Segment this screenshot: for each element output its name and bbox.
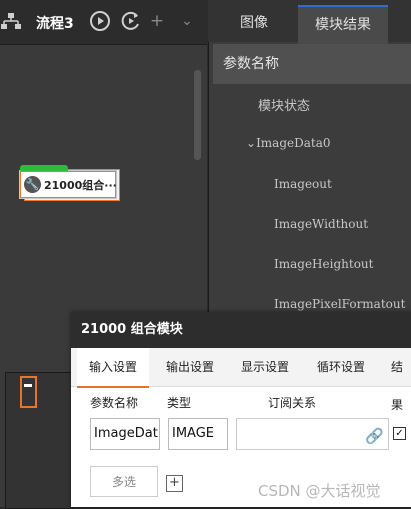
dialog-tabs: 输入设置 输出设置 显示设置 循环设置 结果 — [71, 348, 411, 412]
tab-result[interactable]: 结果 — [391, 348, 411, 412]
tree-node-imagedata0[interactable]: ⌄ImageData0 — [246, 136, 331, 150]
param-name-field[interactable]: ImageDat — [90, 418, 160, 450]
tab-module-result[interactable]: 模块结果 — [298, 5, 388, 44]
play-icon[interactable] — [89, 10, 111, 32]
node-body: 🔧 21000组合··· — [20, 171, 117, 198]
tab-output-settings[interactable]: 输出设置 — [166, 348, 214, 386]
tab-image[interactable]: 图像 — [214, 5, 294, 42]
multi-select-dropdown[interactable]: 多选 — [90, 466, 158, 497]
chevron-down-icon[interactable]: ⌄ — [246, 136, 256, 150]
dialog-title[interactable]: 21000 组合模块 — [71, 312, 411, 348]
tree-label: ImageData0 — [256, 136, 331, 150]
wrench-icon: 🔧 — [24, 176, 41, 193]
chevron-down-icon[interactable]: ⌄ — [176, 10, 198, 32]
tab-display-settings[interactable]: 显示设置 — [241, 348, 289, 386]
node-label: 21000组合··· — [44, 179, 117, 192]
row-imagewidthout[interactable]: ImageWidthout — [274, 217, 368, 231]
watermark: CSDN @大话视觉 — [258, 482, 381, 500]
row-imagepixelformatout[interactable]: ImagePixelFormatout — [274, 297, 405, 311]
col-param-name: 参数名称 — [90, 396, 139, 410]
node-status-bar — [20, 165, 68, 171]
plus-icon[interactable]: + — [146, 10, 168, 32]
subscription-field[interactable]: 🔗 — [236, 418, 389, 450]
col-type: 类型 — [167, 396, 192, 410]
row-imageheightout[interactable]: ImageHeightout — [274, 257, 373, 271]
row-imageout[interactable]: Imageout — [274, 177, 332, 191]
module-node[interactable]: 🔧 21000组合··· — [20, 165, 120, 203]
enable-checkbox[interactable]: ✓ — [393, 427, 406, 440]
col-subscription: 订阅关系 — [268, 396, 317, 410]
preview-area — [5, 372, 74, 509]
loop-play-icon[interactable] — [120, 10, 142, 32]
flow-title-tab[interactable]: 流程3 — [36, 13, 74, 33]
canvas-scrollbar[interactable] — [194, 70, 201, 160]
add-icon[interactable]: + — [166, 475, 183, 492]
flow-toolbar: 流程3 + ⌄ — [0, 0, 207, 45]
tab-loop-settings[interactable]: 循环设置 — [317, 348, 365, 386]
row-module-status[interactable]: 模块状态 — [258, 95, 310, 114]
link-icon[interactable]: 🔗 — [365, 421, 384, 449]
mini-module-node[interactable] — [20, 376, 37, 408]
sitemap-icon[interactable] — [0, 10, 22, 32]
type-field[interactable]: IMAGE — [168, 418, 228, 450]
module-dialog: 21000 组合模块 输入设置 输出设置 显示设置 循环设置 结果 参数名称 类… — [71, 312, 411, 507]
param-name-header: 参数名称 — [213, 44, 411, 84]
tab-input-settings[interactable]: 输入设置 — [77, 348, 149, 388]
